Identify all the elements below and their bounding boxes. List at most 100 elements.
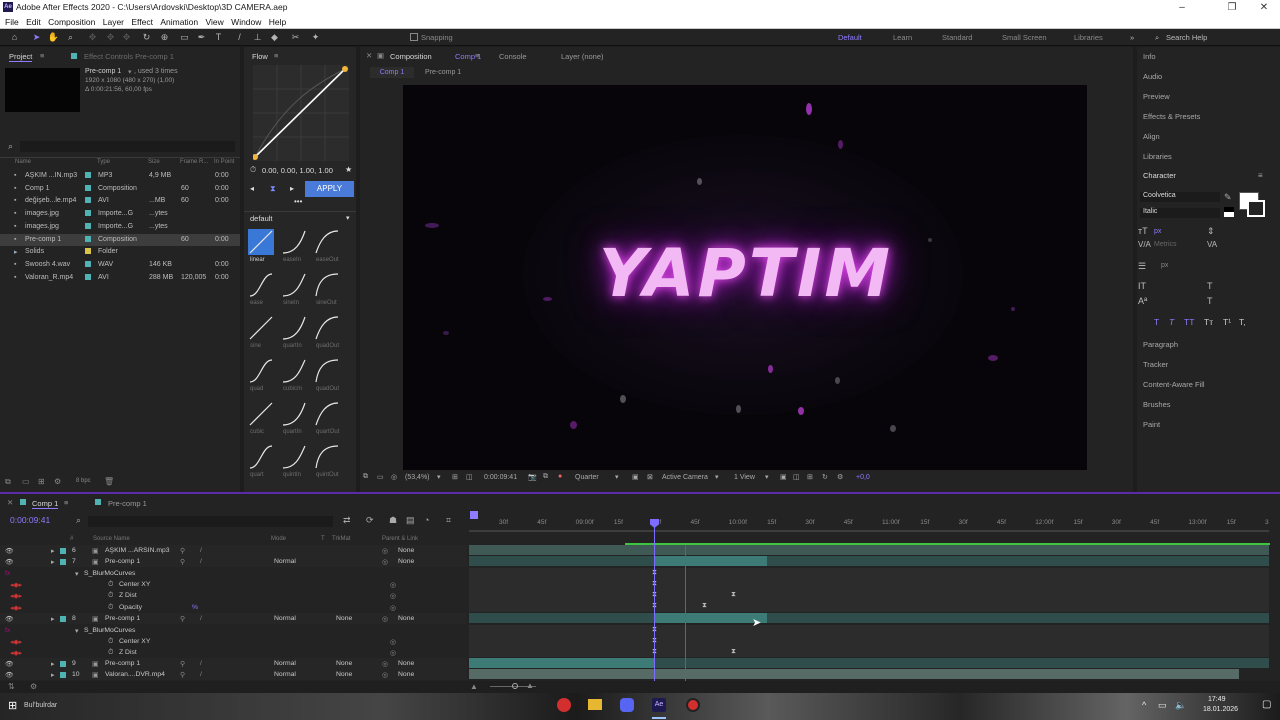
layer-duration-bar[interactable]	[469, 658, 655, 668]
preset-curve-ease[interactable]	[248, 272, 274, 298]
opera-icon[interactable]	[557, 698, 571, 712]
panel-effects-presets[interactable]: Effects & Presets	[1143, 112, 1200, 121]
shy-switch-icon[interactable]: ⚲	[180, 671, 185, 679]
mask-visibility-icon[interactable]: ◎	[391, 473, 397, 481]
column-mode[interactable]: Mode	[271, 536, 286, 542]
puppet-tool-icon[interactable]: ✦	[309, 31, 322, 44]
workspace-standard[interactable]: Standard	[942, 33, 972, 42]
panel-paint[interactable]: Paint	[1143, 420, 1160, 429]
delete-icon[interactable]: 🗑	[104, 477, 114, 486]
eyedropper-icon[interactable]: ✎	[1224, 192, 1232, 203]
white-swatch[interactable]	[1224, 212, 1234, 217]
draft-3d-icon[interactable]: ◫	[793, 473, 800, 481]
project-settings-icon[interactable]: ⚙	[54, 477, 61, 486]
breadcrumb-pre-comp-1[interactable]: Pre-comp 1	[425, 69, 461, 76]
work-area-start-marker[interactable]	[470, 511, 478, 519]
more-options-icon[interactable]: •••	[294, 197, 302, 206]
panel-menu-icon[interactable]: ≡	[475, 51, 479, 60]
pickwhip-icon[interactable]: ◎	[390, 649, 396, 657]
panel-align[interactable]: Align	[1143, 132, 1160, 141]
stopwatch-icon[interactable]: ⏱	[108, 649, 113, 657]
hand-tool-icon[interactable]: ✋	[47, 31, 60, 44]
preset-curve-linear[interactable]	[248, 229, 274, 255]
panel-audio[interactable]: Audio	[1143, 72, 1162, 81]
column-type[interactable]: Type	[97, 159, 110, 165]
selection-tool-icon[interactable]: ➤	[30, 31, 43, 44]
chevron-down-icon[interactable]: ▾	[437, 473, 441, 481]
preset-curve-quart[interactable]	[248, 444, 274, 470]
preset-curve-quartIn[interactable]	[281, 315, 307, 341]
stopwatch-icon[interactable]: ⏱	[108, 592, 113, 600]
visibility-eye-icon[interactable]: 👁	[5, 558, 14, 566]
column-in-point[interactable]: In Point	[214, 159, 234, 165]
panel-content-aware-fill[interactable]: Content-Aware Fill	[1143, 380, 1205, 389]
curve-handle-end[interactable]	[342, 66, 348, 72]
stroke-width-unit[interactable]: px	[1161, 262, 1168, 269]
pickwhip-icon[interactable]: ◎	[382, 558, 388, 566]
breadcrumb-comp-1[interactable]: Comp 1	[370, 67, 414, 78]
pickwhip-icon[interactable]: ◎	[382, 671, 388, 679]
windows-start-icon[interactable]: ⊞	[8, 699, 17, 712]
panel-preview[interactable]: Preview	[1143, 92, 1170, 101]
exposure-settings-icon[interactable]: ⚙	[837, 473, 843, 481]
parent-select[interactable]: None	[398, 615, 414, 622]
font-family-select[interactable]: Coolvetica	[1140, 192, 1220, 202]
preset-curve-sineOut[interactable]	[314, 272, 340, 298]
show-snapshot-icon[interactable]: ⧉	[543, 473, 548, 481]
tab-flow-label[interactable]: Flow	[252, 52, 268, 61]
track-matte-select[interactable]: None	[336, 671, 352, 678]
interpret-footage-icon[interactable]: ⧉	[5, 477, 11, 487]
expand-chevron-icon[interactable]: ▸	[51, 660, 54, 668]
layer-duration-bar[interactable]	[655, 658, 1269, 668]
preset-curve-quartIn[interactable]	[281, 401, 307, 427]
property-row[interactable]: ◂◆▸ ⏱ ◎ Center XY	[0, 636, 467, 647]
taskbar-search-box[interactable]: Bul'bulrdar	[24, 702, 57, 709]
layer-row[interactable]: 👁 ▸ 6 ▣ ⚲ / ◎ None AŞKIM ...ARSIN.mp3	[0, 545, 467, 556]
pickwhip-icon[interactable]: ◎	[382, 660, 388, 668]
menu-effect[interactable]: Effect	[131, 15, 153, 29]
preset-curve-quadOut[interactable]	[314, 315, 340, 341]
camera-view-select[interactable]: Active Camera	[662, 474, 708, 481]
keyframe-icon[interactable]: ⧗	[702, 602, 707, 610]
menu-layer[interactable]: Layer	[103, 15, 124, 29]
panel-tracker[interactable]: Tracker	[1143, 360, 1168, 369]
network-icon[interactable]: ▭	[1158, 700, 1167, 711]
subscript-button[interactable]: T,	[1239, 317, 1246, 327]
expand-chevron-icon[interactable]: ▸	[51, 615, 54, 623]
layer-row[interactable]: 👁 ▸ 8 ▣ ⚲ / Normal None ◎ None Pre-comp 1	[0, 613, 467, 624]
stroke-color-swatch[interactable]	[1247, 200, 1265, 217]
pickwhip-icon[interactable]: ◎	[390, 581, 396, 589]
small-caps-button[interactable]: Tт	[1204, 317, 1213, 327]
fast-previews-icon[interactable]: ▣	[632, 473, 639, 481]
orbit-tool-icon[interactable]: ✥	[86, 31, 99, 44]
project-item[interactable]: ▪ Pre-comp 1 Composition 60 0:00	[0, 233, 240, 246]
preset-curve-easeOut[interactable]	[314, 229, 340, 255]
tab-pre-comp-1[interactable]: Pre-comp 1	[108, 499, 147, 508]
render-time-icon[interactable]: ⚙	[30, 682, 37, 691]
previous-keyframe-icon[interactable]: ◂	[250, 184, 254, 193]
grid-overlay-icon[interactable]: ⊞	[452, 473, 458, 481]
property-track[interactable]	[469, 568, 1269, 612]
close-tab-icon[interactable]: ✕	[7, 498, 13, 507]
workspace-learn[interactable]: Learn	[893, 33, 912, 42]
menu-edit[interactable]: Edit	[26, 15, 41, 29]
font-style-select[interactable]: Italic	[1140, 208, 1220, 218]
chevron-down-icon[interactable]: ▾	[615, 473, 619, 481]
expand-chevron-icon[interactable]: ▾	[75, 570, 78, 578]
flow-curve-editor[interactable]	[253, 65, 349, 161]
apply-button[interactable]: APPLY	[305, 181, 354, 197]
exposure-value[interactable]: +0,0	[856, 474, 870, 481]
pickwhip-icon[interactable]: ◎	[390, 592, 396, 600]
panel-brushes[interactable]: Brushes	[1143, 400, 1171, 409]
faux-italic-button[interactable]: T	[1169, 317, 1174, 327]
property-row[interactable]: ◂◆▸ ⏱ ◎ Center XY	[0, 579, 467, 590]
graph-editor-icon[interactable]: ⌗	[446, 515, 451, 526]
panel-libraries[interactable]: Libraries	[1143, 152, 1172, 161]
zoom-out-icon[interactable]: ▲	[470, 682, 478, 691]
tab-effect-controls[interactable]: Effect Controls Pre-comp 1	[84, 52, 174, 61]
toggle-switches-icon[interactable]: ⇅	[8, 682, 15, 691]
monitor-icon[interactable]: ▭	[377, 473, 384, 481]
layer-duration-bar[interactable]	[469, 545, 1269, 555]
flowchart-icon[interactable]: ⊞	[807, 473, 813, 481]
quality-switch-icon[interactable]: /	[200, 671, 202, 678]
